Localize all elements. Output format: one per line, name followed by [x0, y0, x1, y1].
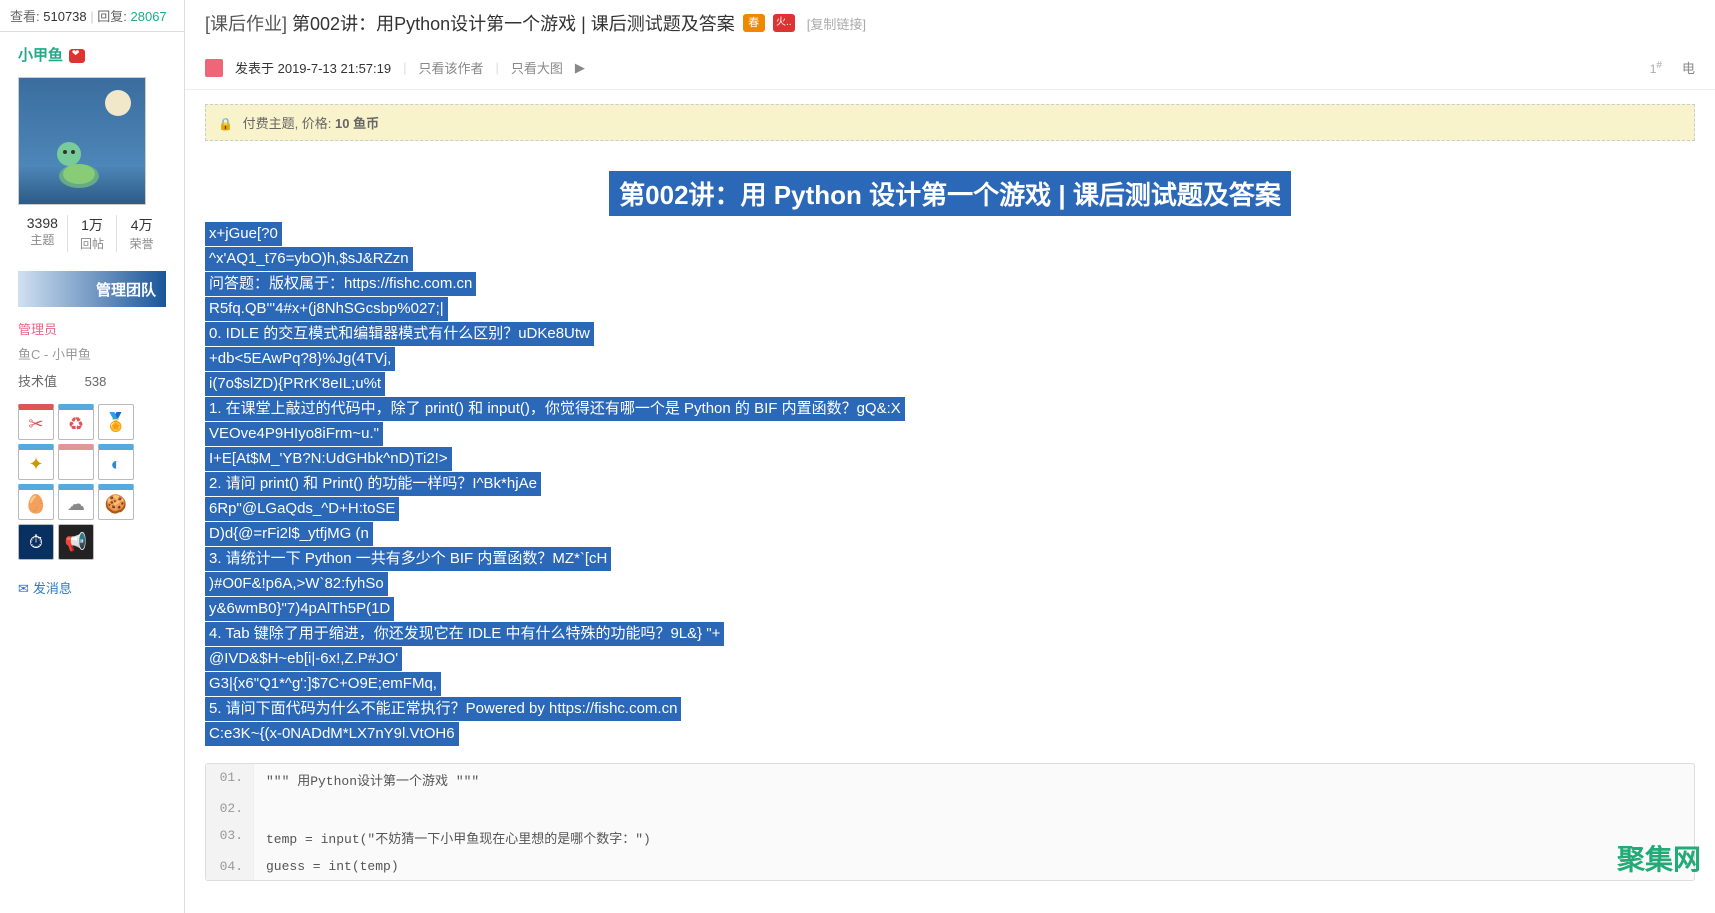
content-line: @IVD&$H~eb[i|-6x!,Z.P#JO': [205, 647, 402, 671]
content-line: 问答题：版权属于：https://fishc.com.cn: [205, 272, 476, 296]
line-number: 01.: [206, 764, 254, 795]
content-line: R5fq.QB'''4#x+(j8NhSGcsbp%027;|: [205, 297, 448, 321]
content-line: y&6wmB0}"7)4pAlTh5P(1D: [205, 597, 394, 621]
content-line: x+jGue[?0: [205, 222, 282, 246]
line-number: 02.: [206, 795, 254, 822]
badge-grid: [0, 396, 184, 568]
content-line: 6Rp"@LGaQds_^D+H:toSE: [205, 497, 399, 521]
avatar[interactable]: [18, 77, 146, 205]
content-line: 2. 请问 print() 和 Print() 的功能一样吗？I^Bk*hjAe: [205, 472, 541, 496]
content-line: ^x'AQ1_t76=ybO)h,$sJ&RZzn: [205, 247, 413, 271]
post-main: [课后作业] 第002讲：用Python设计第一个游戏 | 课后测试题及答案 春…: [185, 0, 1715, 913]
heart-icon: [69, 49, 85, 63]
view-count: 510738: [43, 9, 86, 24]
floor-number[interactable]: 1#: [1650, 60, 1662, 76]
code-text: """ 用Python设计第一个游戏 """: [254, 764, 491, 795]
code-row: 02.: [206, 795, 1694, 822]
username-link[interactable]: 小甲鱼: [18, 47, 63, 64]
content-line: VEOve4P9HIyo8iFrm~u.": [205, 422, 383, 446]
big-image-link[interactable]: 只看大图: [511, 58, 563, 77]
badge-icon[interactable]: [98, 404, 134, 440]
badge-icon[interactable]: [18, 444, 54, 480]
badge-icon[interactable]: [58, 444, 94, 480]
user-role: 管理员: [0, 315, 184, 342]
content-line: 1. 在课堂上敲过的代码中，除了 print() 和 input()，你觉得还有…: [205, 397, 905, 421]
badge-icon[interactable]: [18, 404, 54, 440]
content-heading: 第002讲：用 Python 设计第一个游戏 | 课后测试题及答案: [609, 171, 1291, 216]
badge-icon[interactable]: [98, 484, 134, 520]
content-line: D)d{@=rFi2l$_ytfjMG (n: [205, 522, 373, 546]
content-line: 4. Tab 键除了用于缩进，你还发现它在 IDLE 中有什么特殊的功能吗？9L…: [205, 622, 724, 646]
thread-header: [课后作业] 第002讲：用Python设计第一个游戏 | 课后测试题及答案 春…: [185, 0, 1715, 46]
user-stats: 3398 主题 1万 回帖 4万 荣誉: [0, 205, 184, 263]
user-sub-role: 鱼C - 小甲鱼: [0, 342, 184, 365]
content-line: 3. 请统计一下 Python 一共有多少个 BIF 内置函数？MZ*`[cH: [205, 547, 611, 571]
tag-spring-icon: 春: [743, 14, 765, 32]
content-body: x+jGue[?0^x'AQ1_t76=ybO)h,$sJ&RZzn问答题：版权…: [205, 222, 1695, 747]
post-meta-bar: 发表于 2019-7-13 21:57:19 | 只看该作者 | 只看大图 ▶ …: [185, 46, 1715, 90]
user-sidebar: 查看: 510738 | 回复: 28067 小甲鱼 3398 主题 1万 回帖: [0, 0, 185, 913]
badge-icon[interactable]: [58, 484, 94, 520]
content-line: )#O0F&!p6A,>W`82:fyhSo: [205, 572, 388, 596]
badge-icon[interactable]: [98, 444, 134, 480]
line-number: 03.: [206, 822, 254, 853]
turtle-icon: [49, 134, 109, 194]
tag-hot-icon: 火..: [773, 14, 795, 32]
content-line: 0. IDLE 的交互模式和编辑器模式有什么区别？uDKe8Utw: [205, 322, 594, 346]
code-text: guess = int(temp): [254, 853, 411, 880]
stat-topics[interactable]: 3398 主题: [18, 215, 68, 252]
line-number: 04.: [206, 853, 254, 880]
send-message-link[interactable]: 发消息: [0, 568, 184, 607]
team-banner[interactable]: 管理团队: [18, 271, 166, 307]
view-label: 查看:: [10, 9, 40, 24]
tech-value-row: 技术值 538: [0, 365, 184, 396]
post-content: 第002讲：用 Python 设计第一个游戏 | 课后测试题及答案 x+jGue…: [185, 155, 1715, 913]
copy-link[interactable]: [复制链接]: [807, 14, 866, 33]
code-row: 04.guess = int(temp): [206, 853, 1694, 880]
chevron-right-icon[interactable]: ▶: [575, 60, 585, 76]
stat-honor[interactable]: 4万 荣誉: [117, 215, 166, 252]
elec-label[interactable]: 电: [1682, 58, 1695, 77]
code-text: temp = input("不妨猜一下小甲鱼现在心里想的是哪个数字："): [254, 822, 663, 853]
paid-notice: 付费主题, 价格: 10 鱼币: [205, 104, 1695, 141]
post-date: 发表于 2019-7-13 21:57:19: [235, 58, 391, 77]
code-block: 01.""" 用Python设计第一个游戏 """02.03.temp = in…: [205, 763, 1695, 881]
content-line: G3|{x6"Q1*^g':]$7C+O9E;emFMq,: [205, 672, 441, 696]
author-icon: [205, 59, 223, 77]
code-row: 03.temp = input("不妨猜一下小甲鱼现在心里想的是哪个数字："): [206, 822, 1694, 853]
badge-icon[interactable]: [58, 524, 94, 560]
code-row: 01.""" 用Python设计第一个游戏 """: [206, 764, 1694, 795]
view-reply-bar: 查看: 510738 | 回复: 28067: [0, 0, 184, 32]
content-line: +db<5EAwPq?8}%Jg(4TVj,: [205, 347, 395, 371]
content-line: I+E[At$M_'YB?N:UdGHbk^nD)Ti2!>: [205, 447, 452, 471]
badge-icon[interactable]: [18, 484, 54, 520]
badge-icon[interactable]: [58, 404, 94, 440]
moon-icon: [105, 90, 131, 116]
only-author-link[interactable]: 只看该作者: [419, 58, 484, 77]
thread-title: [课后作业] 第002讲：用Python设计第一个游戏 | 课后测试题及答案: [205, 10, 735, 36]
content-line: 5. 请问下面代码为什么不能正常执行？Powered by https://fi…: [205, 697, 681, 721]
badge-icon[interactable]: [18, 524, 54, 560]
stat-replies[interactable]: 1万 回帖: [68, 215, 118, 252]
content-line: C:e3K~{(x-0NADdM*LX7nY9l.VtOH6: [205, 722, 459, 746]
reply-label: 回复:: [97, 9, 127, 24]
code-text: [254, 795, 278, 822]
content-line: i(7o$slZD){PRrK'8eIL;u%t: [205, 372, 385, 396]
reply-count: 28067: [131, 9, 167, 24]
